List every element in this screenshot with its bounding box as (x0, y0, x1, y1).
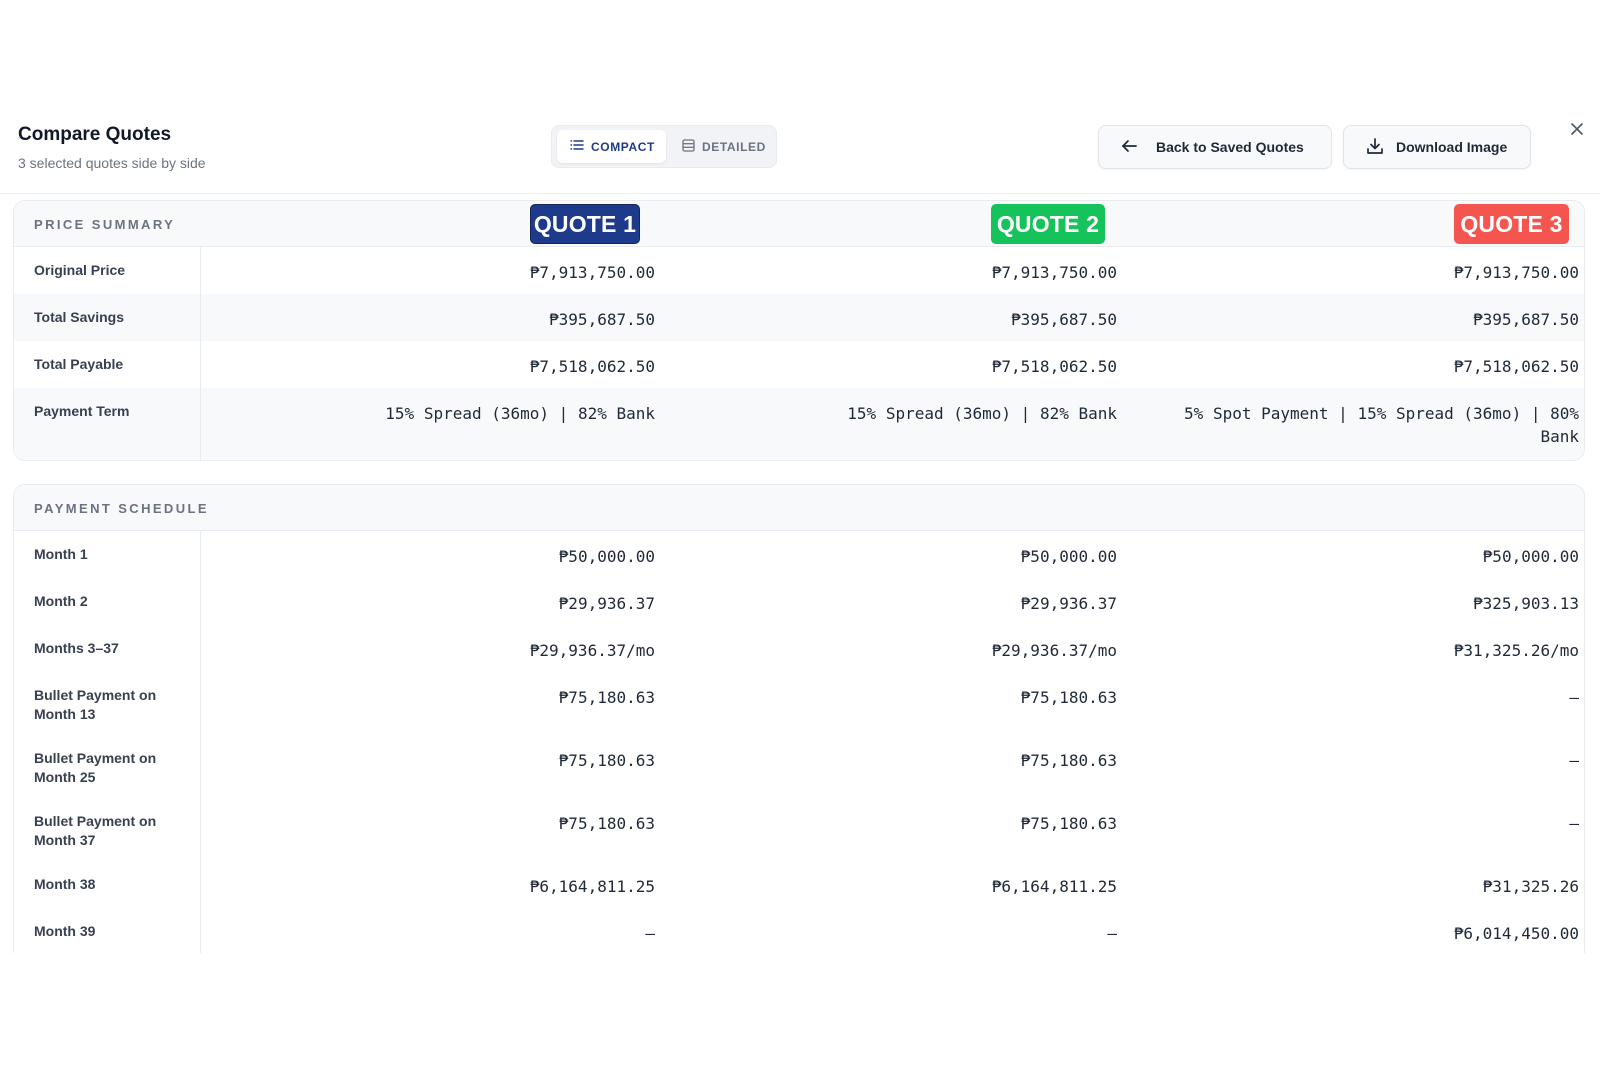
table-row: Bullet Payment on Month 37 ₱75,180.63 ₱7… (14, 798, 1584, 861)
table-cell: ₱75,180.63 (558, 814, 655, 833)
table-cell: ₱29,936.37/mo (991, 641, 1117, 660)
table-cell: ₱75,180.63 (1020, 751, 1117, 770)
table-cell: ₱7,518,062.50 (1453, 357, 1579, 376)
download-button-label: Download Image (1396, 139, 1508, 155)
table-cell: — (1569, 814, 1579, 833)
table-cell: ₱50,000.00 (1020, 547, 1117, 566)
table-row: Total Payable ₱7,518,062.50 ₱7,518,062.5… (14, 341, 1584, 388)
table-row: Payment Term 15% Spread (36mo) | 82% Ban… (14, 388, 1584, 460)
price-summary-header: PRICE SUMMARY QUOTE 1 QUOTE 2 QUOTE 3 (14, 201, 1584, 247)
table-cell: ₱7,518,062.50 (991, 357, 1117, 376)
label-column-divider (14, 247, 201, 460)
section-label: PAYMENT SCHEDULE (34, 501, 209, 516)
table-cell: 5% Spot Payment | 15% Spread (36mo) | 80… (1184, 404, 1579, 446)
table-cell: — (1569, 688, 1579, 707)
table-cell: ₱6,014,450.00 (1453, 924, 1579, 943)
detailed-view-button[interactable]: DETAILED (669, 130, 773, 163)
table-row: Total Savings ₱395,687.50 ₱395,687.50 ₱3… (14, 294, 1584, 341)
table-cell: 15% Spread (36mo) | 82% Bank (385, 404, 655, 423)
table-cell: — (1569, 751, 1579, 770)
table-cell: — (645, 924, 655, 943)
compact-view-button[interactable]: COMPACT (557, 130, 666, 163)
detailed-view-label: DETAILED (702, 139, 766, 154)
table-cell: ₱7,913,750.00 (1453, 263, 1579, 282)
table-cell: ₱7,913,750.00 (529, 263, 655, 282)
back-to-saved-quotes-button[interactable]: Back to Saved Quotes (1098, 125, 1332, 169)
table-row: Original Price ₱7,913,750.00 ₱7,913,750.… (14, 247, 1584, 294)
table-row: Bullet Payment on Month 13 ₱75,180.63 ₱7… (14, 672, 1584, 735)
table-icon (682, 138, 695, 155)
table-row: Month 38 ₱6,164,811.25 ₱6,164,811.25 ₱31… (14, 861, 1584, 908)
table-cell: 15% Spread (36mo) | 82% Bank (847, 404, 1117, 423)
compare-quotes-modal: Compare Quotes 3 selected quotes side by… (0, 100, 1600, 953)
table-cell: — (1107, 924, 1117, 943)
table-cell: ₱29,936.37/mo (529, 641, 655, 660)
page-title: Compare Quotes (18, 124, 172, 145)
table-cell: ₱31,325.26 (1482, 877, 1579, 896)
table-cell: ₱29,936.37 (1020, 594, 1117, 613)
table-row: Bullet Payment on Month 25 ₱75,180.63 ₱7… (14, 735, 1584, 798)
back-button-label: Back to Saved Quotes (1156, 139, 1304, 155)
table-cell: ₱395,687.50 (549, 310, 655, 329)
price-summary-card: PRICE SUMMARY QUOTE 1 QUOTE 2 QUOTE 3 Or… (13, 200, 1585, 461)
quote-1-badge: QUOTE 1 (530, 204, 640, 244)
table-cell: ₱395,687.50 (1473, 310, 1579, 329)
download-image-button[interactable]: Download Image (1343, 125, 1531, 169)
page-subtitle: 3 selected quotes side by side (18, 155, 206, 171)
table-cell: ₱50,000.00 (558, 547, 655, 566)
table-cell: ₱50,000.00 (1482, 547, 1579, 566)
quote-2-badge: QUOTE 2 (991, 204, 1105, 244)
table-row: Month 39 — — ₱6,014,450.00 (14, 908, 1584, 953)
table-row: Month 2 ₱29,936.37 ₱29,936.37 ₱325,903.1… (14, 578, 1584, 625)
table-cell: ₱7,913,750.00 (991, 263, 1117, 282)
quote-3-badge: QUOTE 3 (1454, 204, 1569, 244)
arrow-left-icon (1121, 139, 1137, 156)
download-icon (1366, 137, 1384, 158)
table-cell: ₱75,180.63 (1020, 688, 1117, 707)
section-label: PRICE SUMMARY (34, 217, 176, 232)
payment-schedule-header: PAYMENT SCHEDULE (14, 485, 1584, 531)
table-row: Months 3–37 ₱29,936.37/mo ₱29,936.37/mo … (14, 625, 1584, 672)
label-column-divider (14, 531, 201, 953)
table-cell: ₱75,180.63 (558, 688, 655, 707)
table-cell: ₱325,903.13 (1473, 594, 1579, 613)
table-row: Month 1 ₱50,000.00 ₱50,000.00 ₱50,000.00 (14, 531, 1584, 578)
view-toggle: COMPACT DETAILED (551, 125, 777, 168)
table-cell: ₱7,518,062.50 (529, 357, 655, 376)
table-cell: ₱75,180.63 (1020, 814, 1117, 833)
compact-view-label: COMPACT (591, 139, 655, 154)
close-icon[interactable] (1566, 118, 1588, 140)
list-icon (570, 139, 584, 154)
table-cell: ₱395,687.50 (1011, 310, 1117, 329)
table-cell: ₱6,164,811.25 (991, 877, 1117, 896)
table-cell: ₱75,180.63 (558, 751, 655, 770)
table-cell: ₱29,936.37 (558, 594, 655, 613)
modal-header: Compare Quotes 3 selected quotes side by… (0, 100, 1600, 194)
table-cell: ₱6,164,811.25 (529, 877, 655, 896)
payment-schedule-card: PAYMENT SCHEDULE Month 1 ₱50,000.00 ₱50,… (13, 484, 1585, 953)
table-cell: ₱31,325.26/mo (1453, 641, 1579, 660)
